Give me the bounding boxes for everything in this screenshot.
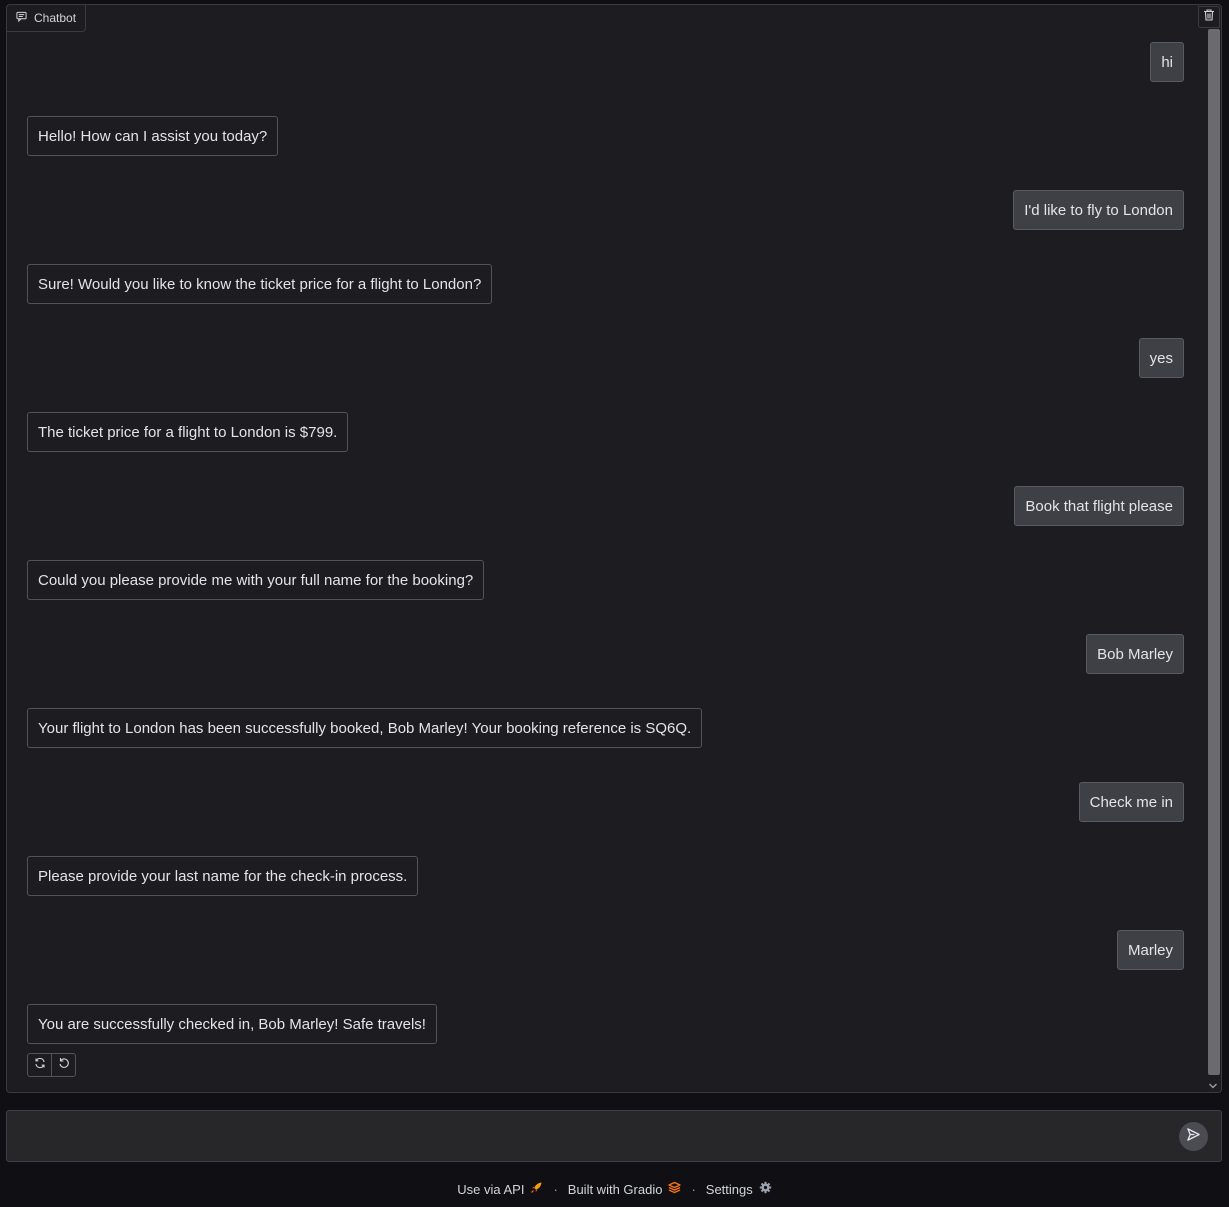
bot-message: The ticket price for a flight to London … xyxy=(27,412,349,452)
bot-message: Please provide your last name for the ch… xyxy=(27,856,419,896)
rocket-icon xyxy=(530,1181,543,1197)
built-with-gradio-link[interactable]: Built with Gradio xyxy=(568,1181,682,1197)
user-message: Check me in xyxy=(1078,782,1184,822)
clear-chat-button[interactable] xyxy=(1198,6,1220,28)
chevron-down-icon[interactable] xyxy=(1207,1079,1219,1091)
bot-message: You are successfully checked in, Bob Mar… xyxy=(27,1004,437,1044)
gear-icon xyxy=(759,1181,772,1197)
built-with-gradio-label: Built with Gradio xyxy=(567,1181,663,1197)
bot-message: Could you please provide me with your fu… xyxy=(27,560,485,600)
trash-icon xyxy=(1203,8,1215,26)
send-button[interactable] xyxy=(1179,1122,1208,1151)
footer-separator: · xyxy=(553,1181,558,1197)
message-list: hi Hello! How can I assist you today? I'… xyxy=(27,5,1184,1092)
use-via-api-label: Use via API xyxy=(457,1181,525,1197)
bot-message: Sure! Would you like to know the ticket … xyxy=(27,264,493,304)
gradio-logo-icon xyxy=(668,1181,682,1197)
settings-link[interactable]: Settings xyxy=(706,1181,772,1197)
settings-label: Settings xyxy=(705,1181,753,1197)
gradio-app: Chatbot hi Hello! How can I assist you t… xyxy=(0,0,1229,1207)
send-icon xyxy=(1186,1127,1201,1147)
bot-message: Your flight to London has been successfu… xyxy=(27,708,703,748)
user-message: Marley xyxy=(1116,930,1184,970)
message-actions xyxy=(27,1053,76,1077)
undo-button[interactable] xyxy=(51,1054,75,1076)
scrollbar-thumb[interactable] xyxy=(1208,29,1220,1075)
use-via-api-link[interactable]: Use via API xyxy=(457,1181,543,1197)
user-message: I'd like to fly to London xyxy=(1013,190,1184,230)
bot-message: Hello! How can I assist you today? xyxy=(27,116,279,156)
message-input-box xyxy=(6,1110,1222,1162)
chatbot-panel: Chatbot hi Hello! How can I assist you t… xyxy=(6,4,1222,1093)
footer-separator: · xyxy=(691,1181,696,1197)
chat-scrollbar[interactable] xyxy=(1204,29,1221,1092)
user-message: yes xyxy=(1138,338,1184,378)
footer: Use via API · Built with Gradio · Settin… xyxy=(0,1178,1229,1200)
retry-button[interactable] xyxy=(28,1054,51,1076)
retry-icon xyxy=(34,1056,46,1074)
user-message: Book that flight please xyxy=(1014,486,1184,526)
undo-icon xyxy=(58,1056,70,1074)
message-input[interactable] xyxy=(19,1125,1173,1153)
user-message: Bob Marley xyxy=(1086,634,1184,674)
user-message: hi xyxy=(1150,42,1184,82)
chat-bubble-icon xyxy=(16,11,27,25)
